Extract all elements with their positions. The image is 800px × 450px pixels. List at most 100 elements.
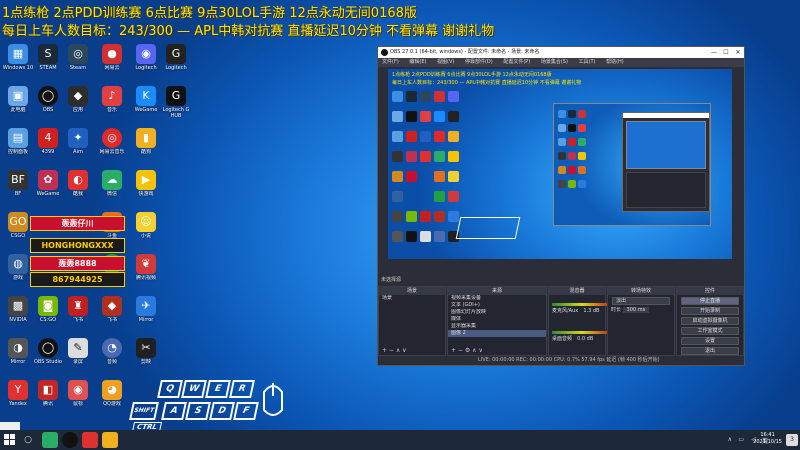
start-recording-button[interactable]: 开始录制 [681,307,739,315]
audio-icon: ◔ [102,338,122,358]
preview-icon [406,211,417,222]
transition-select[interactable]: 淡出 [612,297,670,305]
desktop-icon-plane[interactable]: ✈ Mirror [128,296,164,330]
menu-file[interactable]: 文件(F) [382,59,399,65]
desktop-icon-video[interactable]: ❦ 腾讯视频 [128,254,164,288]
preview-icon [434,91,445,102]
maximize-button[interactable]: ☐ [720,47,732,58]
menu-docks[interactable]: 停靠部件(D) [465,59,493,65]
desktop-icon-feishu[interactable]: ♜ 飞书 [60,296,96,330]
app-icon: 4 [38,128,58,148]
mixer-track[interactable]: 麦克风/Aux 1.3 dB [552,297,620,314]
source-item[interactable]: 显示器采集 [448,323,546,330]
desktop-icon-capcut[interactable]: ✂ 剪映 [128,338,164,372]
stop-streaming-button[interactable]: 停止直播 [681,297,739,305]
key-shift: SHIFT [129,402,159,420]
source-item[interactable]: 视频采集设备 [448,295,546,302]
sources-controls[interactable]: + − ⚙ ∧ ∨ [448,346,546,355]
start-button[interactable] [0,430,20,450]
preview-icon [434,211,445,222]
preview-icon [448,171,459,182]
desktop-icon-ncm[interactable]: ◎ 网易云音乐 [94,128,130,162]
key-ctrl: CTRL [131,422,163,430]
source-item[interactable]: 文本 (GDI+) [448,302,546,309]
volume-meter [552,303,612,306]
menu-view[interactable]: 视图(V) [437,59,454,65]
scene-item[interactable]: 场景 [379,295,445,302]
taskbar-app-wechat[interactable] [42,432,58,448]
menu-profile[interactable]: 配置文件(P) [503,59,530,65]
desktop-icon-aim[interactable]: ✦ Aim [60,128,96,162]
stream-goal-text: 每日上车人数目标：243/300 — APL中韩对抗赛 直播延迟10分钟 不看弹… [2,24,495,39]
menu-edit[interactable]: 编辑(E) [409,59,426,65]
desktop-icon-ghub[interactable]: G Logitech G HUB [158,86,194,120]
network-icon[interactable]: ▭ [738,436,744,443]
mixer-dock: 混音器 麦克风/Aux 1.3 dB 桌面音频 0.0 dB [548,286,620,356]
notification-icon[interactable]: 3 [786,434,798,446]
preview-icon [568,110,576,118]
bf-icon: BF [8,170,28,190]
obs-icon: ◯ [38,338,58,358]
obs-menubar: 文件(F) 编辑(E) 视图(V) 停靠部件(D) 配置文件(P) 场景集合(S… [378,58,744,67]
preview-icon [578,152,586,160]
menu-help[interactable]: 帮助(H) [606,59,624,65]
preview-icon [420,151,431,162]
desktop-icon-netease[interactable]: ● 网易云 [94,44,130,78]
desktop-icon-recorder[interactable]: ✎ 录屏 [60,338,96,372]
desktop-icon-music[interactable]: ♪ 音乐 [94,86,130,120]
desktop-icon-novel[interactable]: ☺ 小说 [128,212,164,246]
source-item[interactable]: 图像幻灯片放映 [448,309,546,316]
desktop: 1点练枪 2点PDD训练赛 6点比赛 9点30LOL手游 12点永动无间0168… [0,0,800,430]
key-w: W [181,380,207,398]
duration-input[interactable]: 300 ms [622,307,650,313]
preview-keyboard-overlay [455,217,521,239]
obs-preview[interactable]: 1点练枪 2点PDD训练赛 6点比赛 9点30LOL手游 12点永动无间0168… [388,69,732,259]
desktop-icon-steam2[interactable]: ◎ Steam [60,44,96,78]
exit-button[interactable]: 退出 [681,347,739,355]
obs-titlebar[interactable]: OBS 27.0.1 (64-bit, windows) - 配置文件: 未命名… [378,47,744,58]
desktop-icon-audio[interactable]: ◔ 音频 [94,338,130,372]
mixer-track[interactable]: 桌面音频 0.0 dB [552,325,620,342]
source-item[interactable]: 媒体 [448,316,546,323]
obs-window[interactable]: OBS 27.0.1 (64-bit, windows) - 配置文件: 未命名… [377,46,745,366]
menu-tools[interactable]: 工具(T) [579,59,596,65]
close-button[interactable]: ✕ [732,47,744,58]
preview-icon [568,152,576,160]
taskbar-app-folder[interactable] [102,432,118,448]
clock[interactable]: 16:41 2021/10/15 [753,432,782,446]
search-bar-fragment[interactable] [0,422,20,430]
preview-icon [392,211,403,222]
desktop-icon-app[interactable]: ◆ 应用 [60,86,96,120]
virtual-camera-button[interactable]: 启动虚拟摄像机 [681,317,739,325]
scenes-controls[interactable]: + − ∧ ∨ [379,346,445,355]
obs-logo-icon [381,49,388,56]
sources-dock: 来源 视频采集设备 文本 (GDI+) 图像幻灯片放映 媒体 显示器采集 图像 … [447,286,547,356]
tray-up-icon[interactable]: ∧ [728,436,732,443]
desktop-icon-app2[interactable]: ◆ 飞书 [94,296,130,330]
app-icon: ◐ [68,170,88,190]
taskbar-app-obs[interactable] [62,432,78,448]
preview-icon [420,91,431,102]
controls-header: 控件 [677,287,743,295]
netease-music-icon: ◎ [102,128,122,148]
studio-mode-button[interactable]: 工作室模式 [681,327,739,335]
desktop-icon-logitech[interactable]: G Logitech [158,44,194,78]
preview-icon [406,231,417,242]
menu-scene-collection[interactable]: 场景集合(S) [541,59,568,65]
source-item[interactable]: 图像 2 [448,330,546,337]
transitions-header: 转场特效 [608,287,674,295]
source-toolbar: 未选择源 [378,276,744,285]
game-icon: ◕ [102,380,122,400]
minimize-button[interactable]: — [708,47,720,58]
settings-button[interactable]: 设置 [681,337,739,345]
desktop-icon-mouse[interactable]: ◉ 鼠标 [60,380,96,414]
k-icon: K [136,86,156,106]
logitech-icon: G [166,44,186,64]
desktop-icon-kugou[interactable]: ▮ 酷狗 [128,128,164,162]
taskbar-app-netease[interactable] [82,432,98,448]
desktop-icon-quickgame[interactable]: ▶ 快游戏 [128,170,164,204]
search-icon[interactable]: ○ [20,430,36,450]
preview-icon [448,151,459,162]
keyboard-overlay: Q W E R SHIFT A S D F CTRL [125,378,285,430]
sources-header: 来源 [448,287,546,295]
